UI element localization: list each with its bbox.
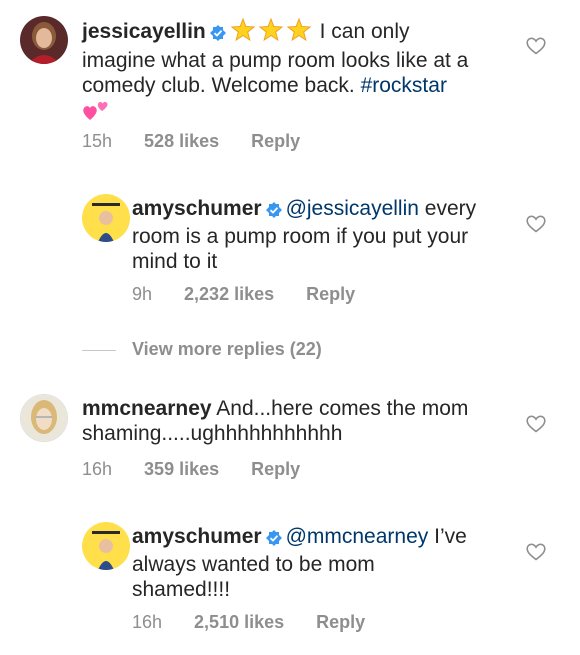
comment-text: shaming.....ughhhhhhhhhhh bbox=[82, 422, 343, 445]
heart-outline-icon[interactable] bbox=[526, 37, 546, 55]
comment-text: imagine what a pump room looks like at a bbox=[82, 49, 469, 72]
reply-button[interactable]: Reply bbox=[251, 131, 300, 151]
two-hearts-emoji-icon bbox=[82, 98, 110, 128]
comment-meta: 15h 528 likes Reply bbox=[82, 131, 332, 152]
username[interactable]: mmcnearney bbox=[82, 397, 212, 420]
verified-badge-icon bbox=[265, 527, 282, 552]
view-more-replies-label: View more replies (22) bbox=[132, 339, 322, 359]
timestamp[interactable]: 9h bbox=[132, 284, 152, 304]
comment-text: I’ve bbox=[434, 525, 467, 548]
star-emoji-icon bbox=[258, 17, 284, 48]
likes-count[interactable]: 2,510 likes bbox=[194, 612, 284, 632]
comment-meta: 16h 2,510 likes Reply bbox=[132, 612, 397, 633]
timestamp[interactable]: 16h bbox=[132, 612, 162, 632]
reply-button[interactable]: Reply bbox=[316, 612, 365, 632]
divider bbox=[82, 349, 116, 351]
likes-count[interactable]: 528 likes bbox=[144, 131, 219, 151]
comment-text: mind to it bbox=[132, 250, 218, 273]
reply-button[interactable]: Reply bbox=[251, 459, 300, 479]
heart-outline-icon[interactable] bbox=[526, 543, 546, 561]
timestamp[interactable]: 16h bbox=[82, 459, 112, 479]
comment-text: room is a pump room if you put your bbox=[132, 225, 469, 248]
avatar[interactable] bbox=[82, 194, 130, 242]
comment-text: I can only bbox=[319, 20, 410, 43]
username[interactable]: amyschumer bbox=[132, 525, 262, 548]
avatar[interactable] bbox=[82, 522, 130, 570]
comment-meta: 16h 359 likes Reply bbox=[82, 459, 332, 480]
view-more-replies-button[interactable]: View more replies (22) bbox=[82, 339, 322, 360]
reply-button[interactable]: Reply bbox=[306, 284, 355, 304]
comment-text: every bbox=[424, 197, 477, 220]
timestamp[interactable]: 15h bbox=[82, 131, 112, 151]
comment-meta: 9h 2,232 likes Reply bbox=[132, 284, 387, 305]
comment-text: shamed!!!! bbox=[132, 578, 231, 601]
likes-count[interactable]: 359 likes bbox=[144, 459, 219, 479]
comment-body: mmcnearney And...here comes the mom sham… bbox=[82, 396, 522, 446]
likes-count[interactable]: 2,232 likes bbox=[184, 284, 274, 304]
hashtag-link[interactable]: #rockstar bbox=[361, 74, 447, 97]
username[interactable]: jessicayellin bbox=[82, 20, 206, 43]
mention-link[interactable]: @mmcnearney bbox=[286, 525, 429, 548]
avatar[interactable] bbox=[20, 16, 68, 64]
mention-link[interactable]: @jessicayellin bbox=[286, 197, 419, 220]
comment-text: comedy club. Welcome back. bbox=[82, 74, 355, 97]
comment-text: always wanted to be mom bbox=[132, 553, 375, 576]
comment-body: jessicayellin I can only imagine what a … bbox=[82, 17, 512, 128]
verified-badge-icon bbox=[265, 199, 282, 224]
comment-body: amyschumer @jessicayellin every room is a… bbox=[132, 196, 522, 274]
heart-outline-icon[interactable] bbox=[526, 415, 546, 433]
comment-text: And...here comes the mom bbox=[216, 397, 469, 420]
comment-body: amyschumer @mmcnearney I’ve always wanted… bbox=[132, 524, 522, 602]
heart-outline-icon[interactable] bbox=[526, 215, 546, 233]
verified-badge-icon bbox=[209, 22, 226, 47]
avatar[interactable] bbox=[20, 394, 68, 442]
star-emoji-icon bbox=[286, 17, 312, 48]
username[interactable]: amyschumer bbox=[132, 197, 262, 220]
star-emoji-icon bbox=[230, 17, 256, 48]
